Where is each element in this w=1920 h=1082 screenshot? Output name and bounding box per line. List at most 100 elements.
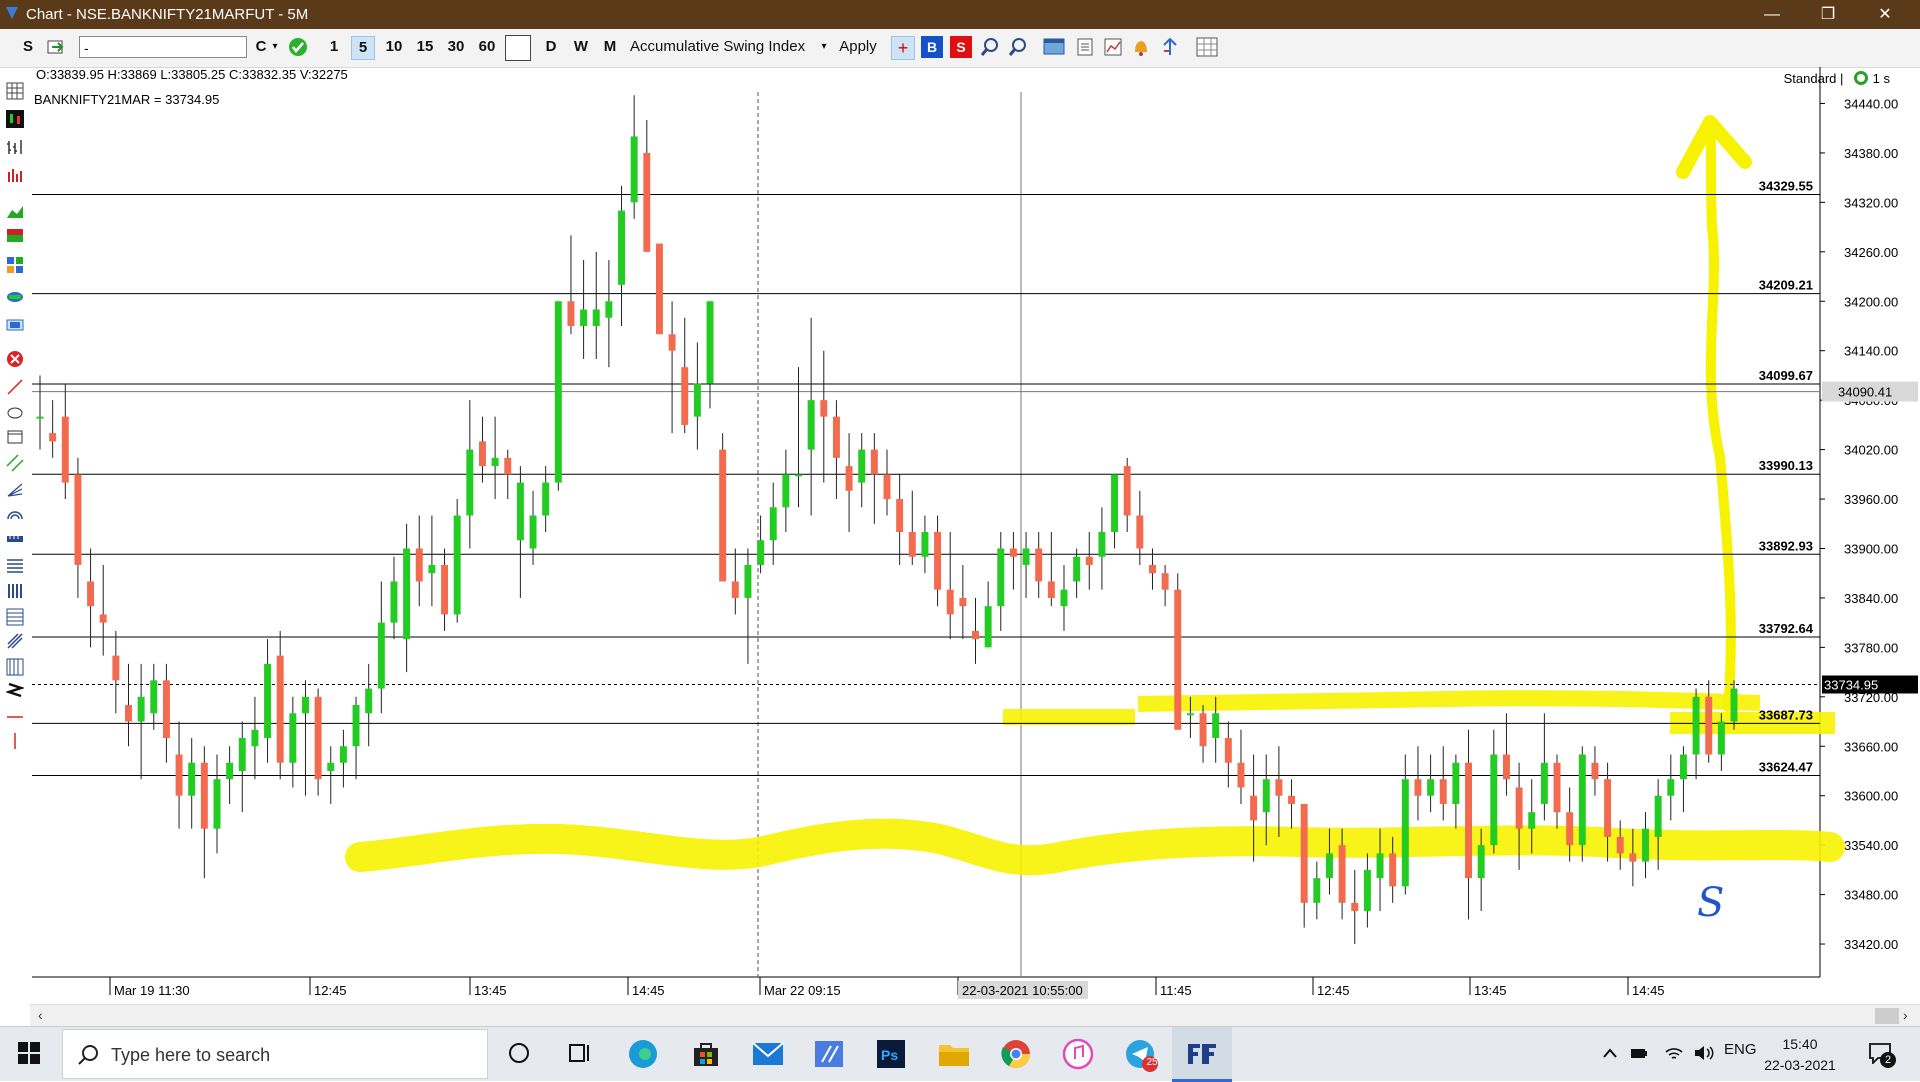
y-tick-label: 33780.00	[1844, 640, 1898, 655]
store-icon[interactable]	[690, 1038, 722, 1070]
candle-body	[1300, 803, 1308, 903]
task-view-icon[interactable]	[568, 1042, 592, 1064]
candle-body	[1035, 548, 1043, 582]
candle-body	[1730, 688, 1738, 722]
candle-body	[896, 499, 904, 532]
candle-body	[668, 334, 676, 351]
window-icon[interactable]	[1043, 37, 1065, 57]
candle-body	[1566, 812, 1574, 846]
y-tick-label: 33480.00	[1844, 888, 1898, 903]
chart-settings-icon[interactable]	[1103, 37, 1123, 57]
scroll-thumb[interactable]	[1875, 1008, 1899, 1024]
buy-button[interactable]: B	[921, 36, 943, 58]
app-icon	[6, 7, 18, 19]
candle-body	[226, 762, 234, 780]
chrome-icon[interactable]	[1000, 1038, 1032, 1070]
scroll-right-icon[interactable]: ›	[1903, 1007, 1908, 1023]
candle-body	[693, 383, 701, 417]
candle-body	[1073, 556, 1081, 582]
candle-body	[959, 597, 967, 607]
candle-body	[1313, 878, 1321, 903]
candle-body	[289, 713, 297, 763]
telegram-badge: 25	[1146, 1057, 1158, 1068]
candle-body	[1679, 754, 1687, 780]
scroll-left-icon[interactable]: ‹	[38, 1007, 43, 1023]
candle-body	[1427, 779, 1435, 796]
x-tick-label: 12:45	[314, 983, 347, 998]
maximize-button[interactable]: ❐	[1805, 0, 1851, 29]
interval-5[interactable]: 5	[351, 36, 375, 60]
trading-app-icon[interactable]	[1186, 1040, 1218, 1068]
candle-body	[1149, 564, 1156, 574]
custom-interval-input[interactable]	[505, 35, 531, 61]
apply-button[interactable]: Apply	[836, 36, 880, 58]
interval-15[interactable]: 15	[413, 36, 437, 58]
alert-bell-icon[interactable]	[1131, 37, 1151, 57]
indicator-select[interactable]: Accumulative Swing Index	[630, 36, 810, 58]
split-arrow-icon[interactable]	[1160, 37, 1180, 57]
c-dropdown[interactable]: C	[254, 36, 268, 58]
candle-body	[1288, 795, 1296, 804]
language-indicator[interactable]: ENG	[1724, 1041, 1757, 1058]
support-zone-highlight	[345, 818, 1845, 876]
y-tick-label: 33960.00	[1844, 492, 1898, 507]
candle-body	[1515, 787, 1523, 829]
period-day[interactable]: D	[543, 36, 559, 58]
interval-1[interactable]: 1	[326, 36, 342, 58]
candle-body	[1047, 581, 1055, 598]
windows-start-icon[interactable]	[18, 1042, 40, 1064]
app-a-icon[interactable]	[814, 1040, 844, 1068]
candle-body	[921, 532, 929, 557]
mail-icon[interactable]	[752, 1040, 784, 1068]
candle-body	[150, 680, 158, 714]
check-icon[interactable]	[288, 37, 308, 57]
candle-body	[1022, 548, 1030, 565]
wifi-icon[interactable]	[1664, 1044, 1684, 1062]
show-hidden-icons-icon[interactable]	[1602, 1046, 1618, 1060]
symbol-input[interactable]: -	[79, 36, 247, 58]
layout-grid-icon[interactable]	[1196, 37, 1218, 57]
interval-10[interactable]: 10	[382, 36, 406, 58]
taskbar-search[interactable]: Type here to search	[62, 1029, 488, 1079]
candle-body	[162, 680, 170, 739]
edge-icon[interactable]	[627, 1038, 659, 1070]
battery-icon[interactable]	[1630, 1045, 1648, 1061]
file-explorer-icon[interactable]	[938, 1040, 970, 1068]
level-label: 33892.93	[1759, 538, 1813, 553]
itunes-icon[interactable]	[1062, 1038, 1094, 1070]
candle-body	[731, 581, 739, 598]
svg-text:Ps: Ps	[881, 1047, 898, 1063]
sell-button[interactable]: S	[950, 36, 972, 58]
chevron-down-icon[interactable]: ▾	[818, 36, 830, 58]
candle-body	[807, 400, 815, 450]
minimize-button[interactable]: —	[1749, 0, 1795, 29]
candle-body	[1237, 762, 1245, 788]
candle-body	[1009, 548, 1017, 557]
candle-body	[1060, 589, 1068, 607]
candle-body	[655, 243, 663, 335]
s-button[interactable]: S	[20, 36, 36, 58]
crosshair-button[interactable]: +	[891, 36, 915, 60]
zoom-out-icon[interactable]	[1008, 37, 1028, 57]
candle-body	[327, 762, 335, 771]
candle-body	[1250, 795, 1258, 821]
candle-body	[1705, 696, 1713, 755]
resistance-zone-highlight	[1003, 690, 1761, 725]
volume-icon[interactable]	[1693, 1044, 1715, 1062]
close-button[interactable]: ✕	[1862, 0, 1908, 29]
import-icon[interactable]	[46, 37, 66, 57]
photoshop-icon[interactable]: Ps	[876, 1039, 906, 1069]
system-clock[interactable]: 15:40 22-03-2021	[1755, 1034, 1845, 1076]
document-icon[interactable]	[1075, 37, 1095, 57]
main-toolbar: S C ▾ 1 5 10 15 30 60 D W M Accumulative…	[0, 29, 1920, 68]
interval-30[interactable]: 30	[444, 36, 468, 58]
price-chart[interactable]: 33420.00 33480.00 33540.00 33600.00 33660.00…	[0, 67, 1920, 1004]
zoom-in-icon[interactable]	[980, 37, 1000, 57]
horizontal-scrollbar[interactable]: ‹ ›	[30, 1004, 1920, 1027]
period-month[interactable]: M	[600, 36, 620, 58]
interval-60[interactable]: 60	[475, 36, 499, 58]
chevron-down-icon[interactable]: ▾	[270, 36, 280, 58]
cortana-icon[interactable]	[508, 1042, 530, 1064]
period-week[interactable]: W	[571, 36, 591, 58]
telegram-icon[interactable]	[1124, 1038, 1160, 1074]
